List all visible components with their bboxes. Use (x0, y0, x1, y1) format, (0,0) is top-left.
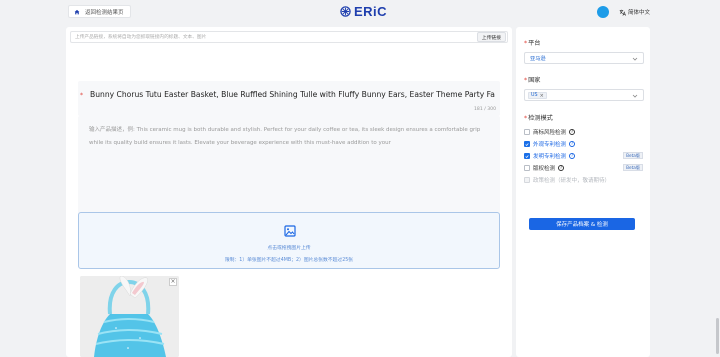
product-title-field[interactable]: * Bunny Chorus Tutu Easter Basket, Blue … (78, 81, 500, 116)
country-label: *国家 (524, 77, 541, 84)
translate-icon (619, 9, 626, 16)
image-icon (284, 225, 296, 237)
help-icon[interactable]: ? (558, 165, 565, 171)
design-patent-checkbox[interactable] (524, 141, 530, 147)
product-form-panel: 上传产品链接，系统将自动为您抓取链接内的标题、文本、图片 上传链接 * Bunn… (66, 27, 512, 357)
product-description-field[interactable]: 输入产品描述，例: This ceramic mug is both durab… (78, 116, 500, 225)
option-copyright[interactable]: 版权检测 ? Beta版 (524, 164, 646, 172)
option-label: 版权检测 (533, 166, 556, 172)
beta-badge: Beta版 (623, 152, 643, 159)
tutu-basket-image (80, 276, 179, 357)
option-trademark[interactable]: 商标风险检测 ? (524, 128, 646, 136)
option-label: 政策检测（研发中，敬请期待） (533, 178, 611, 184)
language-switcher[interactable]: 简体中文 (619, 8, 650, 16)
country-tag: US × (528, 92, 547, 99)
beta-badge: Beta版 (623, 164, 643, 171)
copyright-checkbox[interactable] (524, 165, 530, 171)
platform-value: 亚马逊 (530, 56, 546, 62)
description-placeholder: 输入产品描述，例: This ceramic mug is both durab… (89, 127, 481, 146)
home-icon (74, 9, 80, 14)
product-url-input[interactable]: 上传产品链接，系统将自动为您抓取链接内的标题、文本、图片 上传链接 (70, 31, 508, 43)
logo-text: ERiC (354, 4, 388, 19)
option-design-patent[interactable]: 外观专利检测 ? (524, 140, 646, 148)
product-title-value: Bunny Chorus Tutu Easter Basket, Blue Ru… (90, 90, 495, 99)
option-label: 商标风险检测 (533, 130, 567, 136)
invention-patent-checkbox[interactable] (524, 153, 530, 159)
help-icon[interactable]: ? (569, 129, 576, 135)
required-mark: * (524, 77, 528, 84)
platform-label: *平台 (524, 40, 541, 47)
required-mark: * (524, 40, 528, 47)
country-select[interactable]: US × (524, 89, 644, 101)
language-label: 简体中文 (628, 10, 651, 16)
product-image-thumbnail[interactable]: × (80, 276, 179, 357)
url-placeholder: 上传产品链接，系统将自动为您抓取链接内的标题、文本、图片 (75, 35, 207, 40)
option-invention-patent[interactable]: 发明专利检测 ? Beta版 (524, 152, 646, 160)
platform-select[interactable]: 亚马逊 (524, 52, 644, 64)
policy-checkbox (524, 177, 530, 183)
check-icon (525, 154, 529, 158)
help-icon[interactable]: ? (569, 141, 576, 147)
trademark-checkbox[interactable] (524, 129, 530, 135)
check-icon (525, 142, 529, 146)
title-char-count: 181 / 300 (473, 107, 496, 112)
option-label: 发明专利检测 (533, 154, 567, 160)
remove-country-icon[interactable]: × (540, 93, 544, 99)
remove-image-button[interactable]: × (169, 278, 177, 286)
page-scrollbar[interactable] (714, 0, 720, 357)
avatar[interactable] (597, 6, 609, 18)
option-label: 外观专利检测 (533, 142, 567, 148)
dropzone-limit-text: 限制：1）单张图片不超过4MB；2）图片总张数不超过25张 (224, 258, 354, 263)
required-mark: * (80, 92, 83, 99)
chevron-down-icon (632, 94, 638, 98)
detection-settings-panel: *平台 亚马逊 *国家 US × *检测模式 商标风险检测 ? 外观专利检测 ?… (516, 27, 650, 357)
help-icon[interactable]: ? (569, 153, 576, 159)
option-policy: 政策检测（研发中，敬请期待） (524, 176, 646, 184)
scrollbar-thumb[interactable] (716, 318, 719, 354)
back-to-results-button[interactable]: 返回检测结果页 (68, 5, 131, 18)
dropzone-text: 点击或拖拽图片上传 (267, 246, 311, 251)
back-button-label: 返回检测结果页 (85, 9, 124, 16)
logo: ERiC (340, 4, 387, 19)
detection-mode-label: *检测模式 (524, 115, 553, 122)
chevron-down-icon (632, 57, 638, 61)
required-mark: * (524, 115, 528, 122)
image-upload-dropzone[interactable]: 点击或拖拽图片上传 限制：1）单张图片不超过4MB；2）图片总张数不超过25张 (78, 212, 500, 269)
save-and-detect-button[interactable]: 保存产品档案 & 检测 (529, 218, 635, 230)
top-bar: 返回检测结果页 ERiC 简体中文 (0, 0, 720, 26)
logo-mark-icon (340, 6, 351, 17)
country-tag-label: US (531, 92, 538, 98)
upload-link-button[interactable]: 上传链接 (476, 32, 506, 42)
